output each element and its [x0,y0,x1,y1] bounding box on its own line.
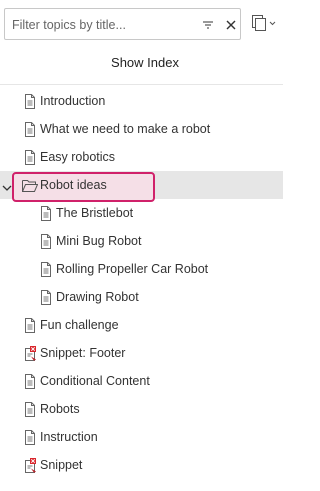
topic-tree: Introduction What we need to make a robo… [0,87,283,479]
show-index-button[interactable]: Show Index [0,55,290,71]
tree-item-label: The Bristlebot [56,206,134,220]
tree-item-easy-robotics[interactable]: Easy robotics [0,143,283,171]
tree-item-label: Mini Bug Robot [56,234,142,248]
tree-item-label: Snippet [40,458,83,472]
tree-item-fun-challenge[interactable]: Fun challenge [0,311,283,339]
tree-item-label: What we need to make a robot [40,122,211,136]
folder-open-icon [22,179,39,193]
tree-item-label: Fun challenge [40,318,119,332]
tree-item-what-we-need[interactable]: What we need to make a robot [0,115,283,143]
chevron-down-icon[interactable] [2,180,12,191]
tree-item-rolling-propeller[interactable]: Rolling Propeller Car Robot [0,255,283,283]
document-icon [39,262,53,277]
filter-icon[interactable] [200,17,216,33]
divider [0,84,283,85]
tree-item-label: Easy robotics [40,150,116,164]
document-icon [39,290,53,305]
tree-item-label: Snippet: Footer [40,346,126,360]
document-icon [23,122,37,137]
filter-box [4,8,241,40]
document-icon [23,150,37,165]
document-icon [39,206,53,221]
document-icon [23,374,37,389]
tree-item-label: Rolling Propeller Car Robot [56,262,209,276]
snippet-error-icon [23,458,37,473]
copy-view-icon [252,15,276,31]
tree-item-snippet-footer[interactable]: Snippet: Footer [0,339,283,367]
document-icon [39,234,53,249]
tree-item-robot-ideas[interactable]: Robot ideas [0,171,283,202]
tree-item-introduction[interactable]: Introduction [0,87,283,115]
tree-item-robots[interactable]: Robots [0,395,283,423]
tree-item-bristlebot[interactable]: The Bristlebot [0,199,283,227]
filter-input[interactable] [12,16,192,34]
tree-item-label: Robots [40,402,80,416]
tree-item-drawing-robot[interactable]: Drawing Robot [0,283,283,311]
tree-item-instruction[interactable]: Instruction [0,423,283,451]
close-icon[interactable] [223,17,239,33]
tree-item-mini-bug-robot[interactable]: Mini Bug Robot [0,227,283,255]
tree-item-label: Instruction [40,430,98,444]
document-icon [23,94,37,109]
tree-item-label: Introduction [40,94,106,108]
snippet-error-icon [23,346,37,361]
tree-item-label: Drawing Robot [56,290,139,304]
tree-item-snippet[interactable]: Snippet [0,451,283,479]
tree-item-label: Robot ideas [40,178,107,192]
document-icon [23,430,37,445]
tree-item-conditional-content[interactable]: Conditional Content [0,367,283,395]
document-icon [23,402,37,417]
copy-view-button[interactable] [250,13,280,35]
document-icon [23,318,37,333]
tree-item-label: Conditional Content [40,374,150,388]
